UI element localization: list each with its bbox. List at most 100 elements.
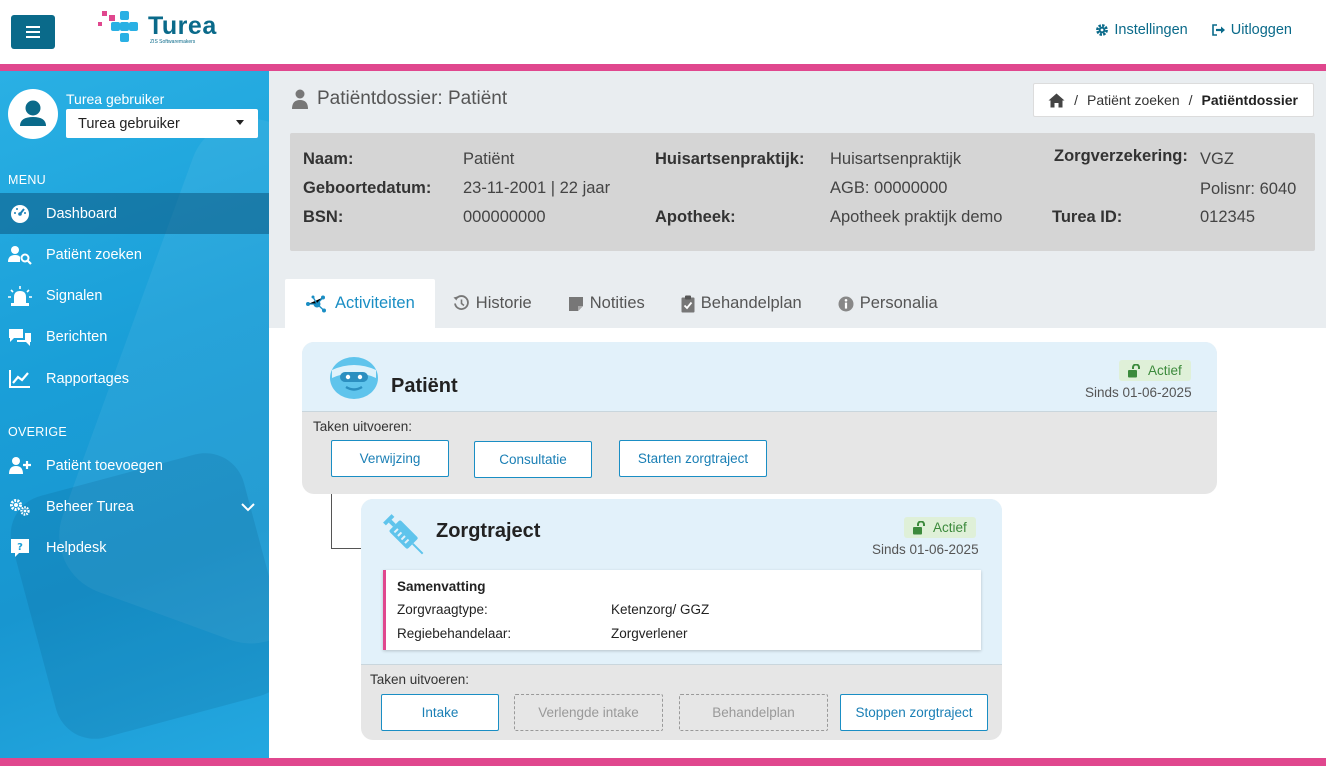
brand-name: Turea [148,12,217,40]
user-add-icon [8,456,32,476]
sidebar-item-helpdesk[interactable]: ? Helpdesk [0,527,269,568]
main-content: Patiëntdossier: Patiënt / Patiënt zoeken… [269,71,1326,758]
patient-card-header: Patiënt Actief Sinds 01-06-2025 [302,342,1217,412]
consultatie-button[interactable]: Consultatie [474,441,592,478]
tab-label: Behandelplan [700,294,802,312]
breadcrumb-current: Patiëntdossier [1201,92,1298,108]
caret-down-icon [236,120,244,125]
zorgtraject-card-header: Zorgtraject Actief Sinds 01-06-2025 Same… [361,499,1002,665]
network-icon [306,295,326,312]
page-title-text: Patiëntdossier: Patiënt [317,88,508,109]
note-icon [568,296,583,311]
sidebar-item-label: Dashboard [46,205,117,222]
zorgverzekering-value: VGZ [1200,150,1234,168]
menu-heading: MENU [8,173,47,187]
sidebar-item-label: Rapportages [46,370,130,387]
unlock-icon [1128,363,1140,377]
sidebar-item-label: Signalen [46,287,103,304]
intake-button[interactable]: Intake [381,694,499,731]
zorgtraject-card-title: Zorgtraject [436,520,541,542]
user-name: Turea gebruiker [66,91,165,107]
patient-card-title: Patiënt [391,375,458,397]
logo-cross-icon [98,9,146,49]
turea-id-label: Turea ID: [1052,208,1123,226]
user-select[interactable]: Turea gebruiker [66,109,258,138]
tab-label: Activiteiten [335,294,415,312]
tree-connector [331,494,361,549]
breadcrumb-patient-search[interactable]: Patiënt zoeken [1087,92,1180,108]
sidebar-item-label: Berichten [46,328,108,345]
zorgverzekering-label: Zorgverzekering: [1054,147,1188,165]
sidebar-item-reports[interactable]: Rapportages [0,358,269,399]
question-icon: ? [8,538,32,558]
dashboard-icon [8,204,32,224]
hamburger-icon [26,26,40,38]
tab-label: Historie [475,294,532,312]
chart-icon [8,369,32,389]
tab-historie[interactable]: Historie [435,279,550,328]
bsn-label: BSN: [303,208,344,226]
stop-zorgtraject-button[interactable]: Stoppen zorgtraject [840,694,988,731]
clipboard-check-icon [681,295,695,312]
sidebar-item-messages[interactable]: Berichten [0,316,269,357]
user-search-icon [8,245,32,265]
zorgtraject-card: Zorgtraject Actief Sinds 01-06-2025 Same… [361,499,1002,740]
menu-toggle-button[interactable] [11,15,55,49]
history-icon [453,295,469,310]
top-accent-bar [0,64,1326,71]
sidebar-item-label: Helpdesk [46,539,107,556]
settings-label: Instellingen [1114,22,1188,38]
status-text: Actief [933,520,967,535]
tab-label: Personalia [859,294,938,312]
zorgvraagtype-label: Zorgvraagtype: [397,602,488,617]
brand-logo[interactable]: Turea ZIS Softwaremakers [98,9,217,49]
gears-icon [8,497,32,517]
settings-link[interactable]: Instellingen [1095,22,1188,38]
sidebar-item-label: Beheer Turea [46,498,134,515]
since-date: Sinds 01-06-2025 [1085,385,1192,400]
patient-card: Patiënt Actief Sinds 01-06-2025 Taken ui… [302,342,1217,494]
svg-text:?: ? [17,542,23,553]
verwijzing-button[interactable]: Verwijzing [331,440,449,477]
geboortedatum-label: Geboortedatum: [303,179,432,197]
summary-panel: Samenvatting Zorgvraagtype: Ketenzorg/ G… [383,570,981,650]
sidebar-item-label: Patiënt zoeken [46,246,142,263]
behandelplan-button[interactable]: Behandelplan [679,694,828,731]
tab-label: Notities [589,294,645,312]
chevron-down-icon [241,500,255,516]
patient-info-panel: Naam: Patiënt Geboortedatum: 23-11-2001 … [290,133,1315,251]
naam-label: Naam: [303,150,354,168]
tab-bar: Activiteiten Historie Notities Behandelp… [285,279,956,328]
bsn-value: 000000000 [463,208,546,226]
status-badge: Actief [1119,360,1191,381]
sidebar-item-beheer[interactable]: Beheer Turea [0,486,269,527]
tab-activiteiten[interactable]: Activiteiten [285,279,435,328]
sidebar-item-dashboard[interactable]: Dashboard [0,193,269,234]
logout-link[interactable]: Uitloggen [1211,22,1292,38]
tab-behandelplan[interactable]: Behandelplan [663,279,820,328]
sidebar-item-signals[interactable]: Signalen [0,275,269,316]
status-text: Actief [1148,363,1182,378]
avatar [8,89,58,139]
sidebar-item-patient-search[interactable]: Patiënt zoeken [0,234,269,275]
home-icon[interactable] [1048,93,1065,108]
chat-icon [8,327,32,347]
tab-notities[interactable]: Notities [550,279,663,328]
sidebar: Turea gebruiker Turea gebruiker MENU Das… [0,71,269,758]
since-date: Sinds 01-06-2025 [872,542,979,557]
gear-icon [1096,24,1109,36]
summary-title: Samenvatting [397,579,486,594]
status-badge: Actief [904,517,976,538]
unlock-icon [913,520,925,534]
breadcrumb: / Patiënt zoeken / Patiëntdossier [1033,83,1314,117]
sidebar-item-label: Patiënt toevoegen [46,457,163,474]
sidebar-item-add-patient[interactable]: Patiënt toevoegen [0,445,269,486]
tab-personalia[interactable]: Personalia [820,279,956,328]
user-panel: Turea gebruiker Turea gebruiker [8,87,260,143]
syringe-icon [383,514,424,555]
tasks-label: Taken uitvoeren: [370,672,470,687]
huisarts-value: Huisartsenpraktijk [830,150,962,168]
verlengde-intake-button[interactable]: Verlengde intake [514,694,663,731]
start-zorgtraject-button[interactable]: Starten zorgtraject [619,440,767,477]
bottom-accent-bar [0,758,1326,766]
